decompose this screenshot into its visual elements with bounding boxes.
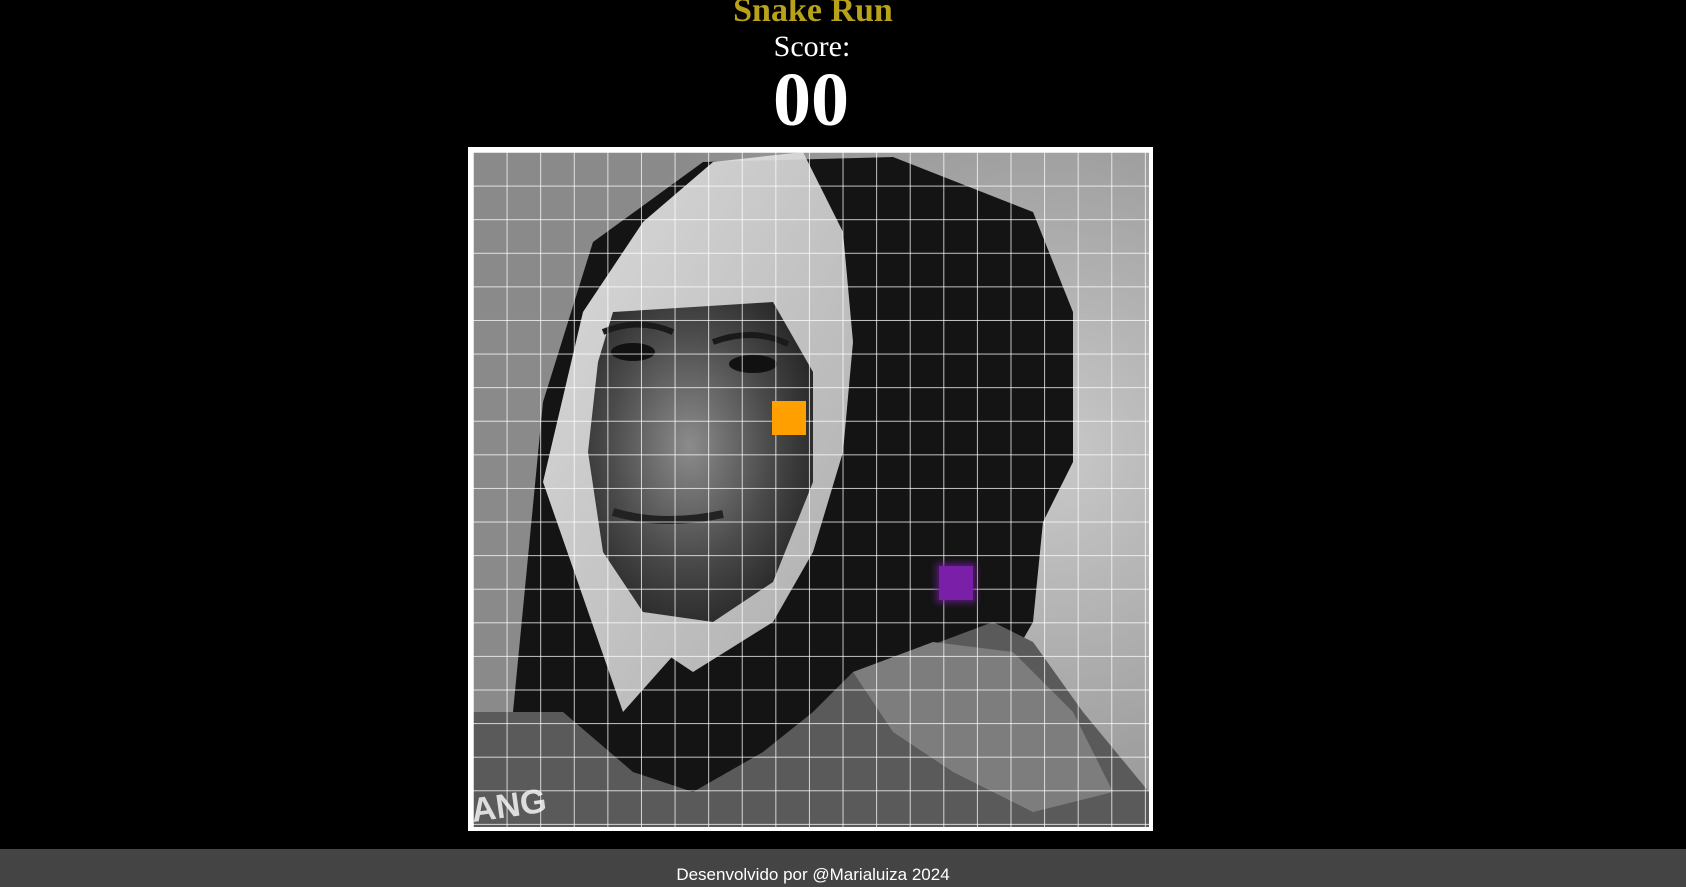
game-title: Snake Run xyxy=(733,0,893,29)
score-value: 00 xyxy=(773,58,849,142)
game-board-frame: ANG xyxy=(468,147,1153,831)
snake-head xyxy=(939,566,973,600)
food-square xyxy=(772,401,806,435)
footer-credit: Desenvolvido por @Marialuiza 2024 xyxy=(676,865,950,884)
footer: Desenvolvido por @Marialuiza 2024 xyxy=(0,849,1686,887)
game-board[interactable]: ANG xyxy=(473,152,1149,827)
board-grid xyxy=(473,152,1149,827)
